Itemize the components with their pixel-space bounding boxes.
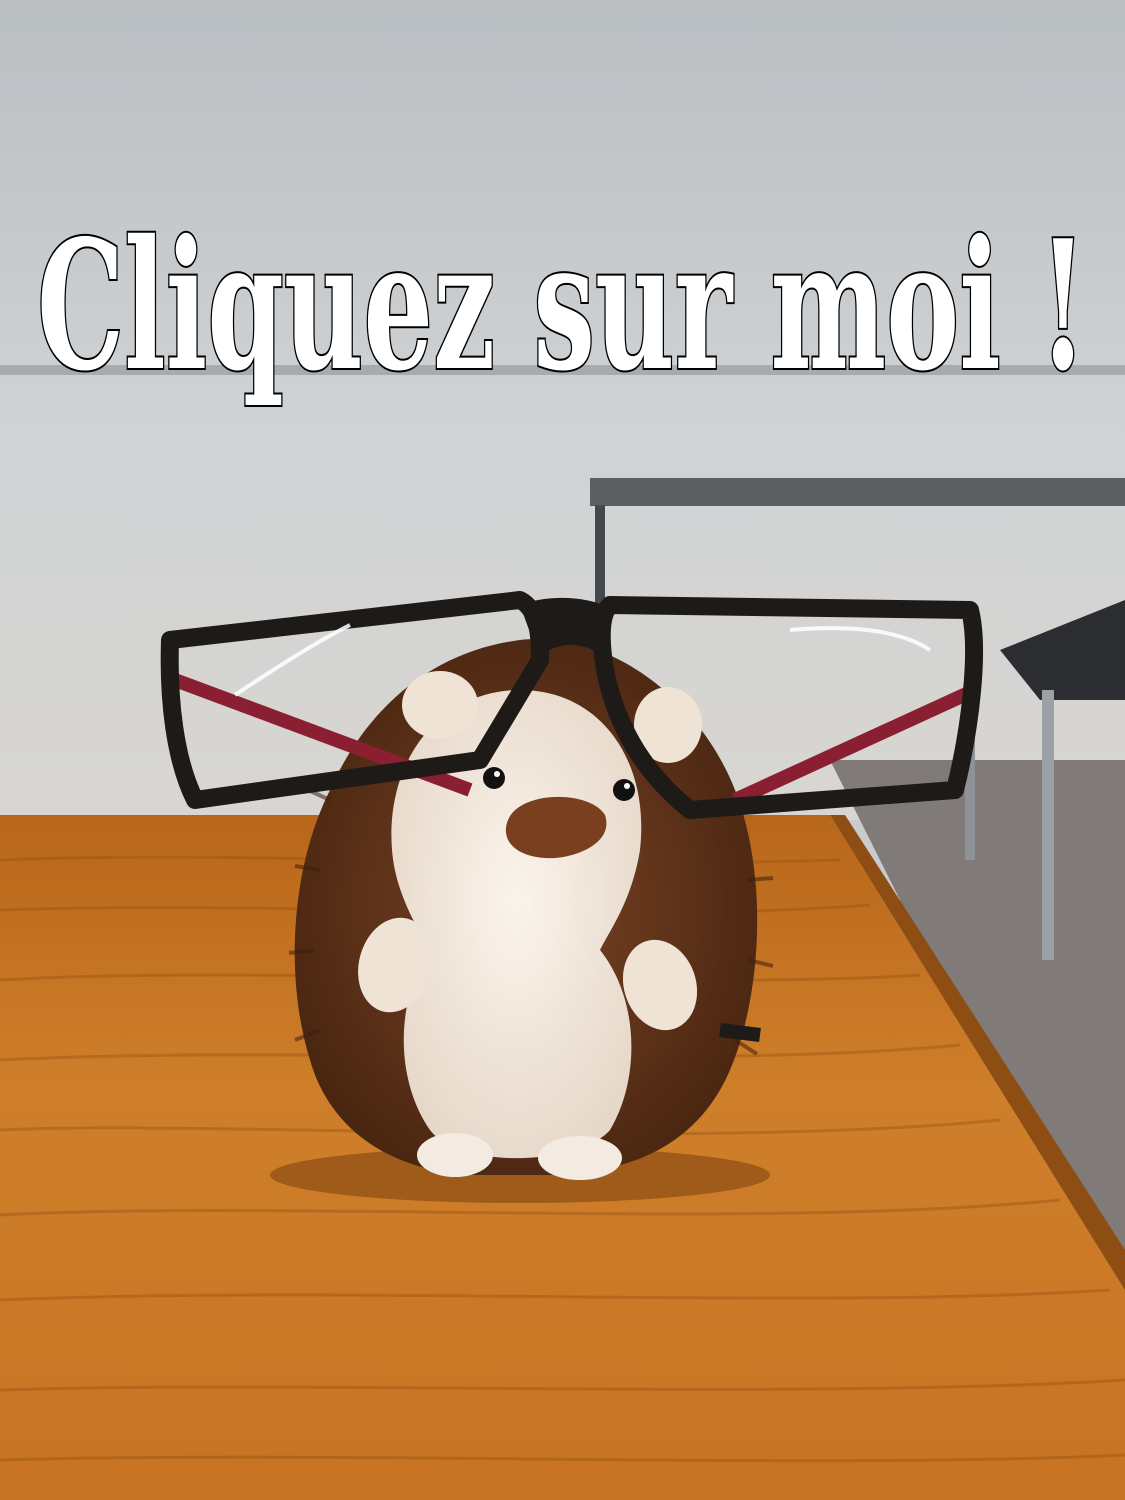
photo-scene[interactable]: Cliquez sur moi ! — [0, 0, 1125, 1500]
caption-overlay: Cliquez sur moi ! — [35, 199, 1089, 412]
caption-text: Cliquez sur moi ! — [37, 201, 1087, 410]
